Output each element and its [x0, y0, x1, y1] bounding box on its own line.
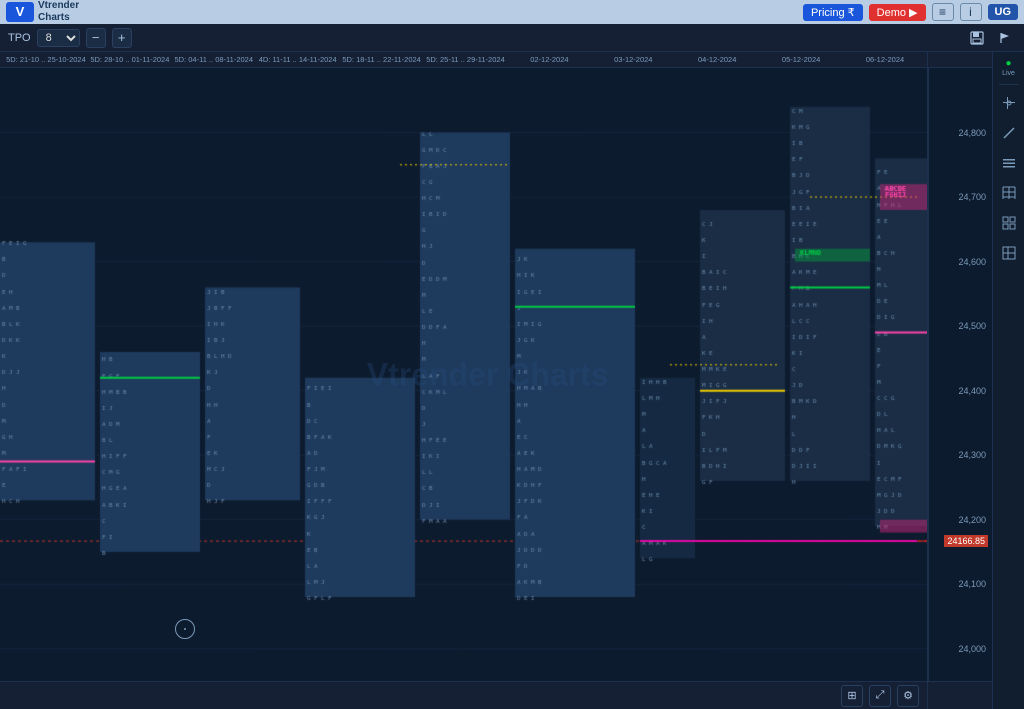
logo-icon: V [6, 2, 34, 22]
price-label: 24,700 [958, 192, 986, 202]
sidebar-cursor-button[interactable] [997, 91, 1021, 115]
date-tick-6: 5D: 25-11 .. 29-11-2024 [424, 55, 508, 64]
demo-button[interactable]: Demo ▶ [869, 4, 926, 21]
price-label: 24,800 [958, 128, 986, 138]
sidebar-tiles-button[interactable] [997, 211, 1021, 235]
date-ruler: 5D: 21-10 .. 25-10-2024 5D: 28-10 .. 01-… [0, 52, 927, 68]
main-area: 5D: 21-10 .. 25-10-2024 5D: 28-10 .. 01-… [0, 52, 1024, 709]
date-tick-7: 02-12-2024 [507, 55, 591, 64]
crosshair-icon[interactable] [175, 619, 195, 639]
tiles-icon [1001, 215, 1017, 231]
chart-canvas[interactable]: Vtrender Charts [0, 68, 927, 681]
panel-icon [1001, 245, 1017, 261]
right-sidebar: ● Live [992, 52, 1024, 709]
maximize-icon: + [118, 30, 126, 45]
pricing-label: Pricing ₹ [811, 6, 855, 19]
date-tick-5: 5D: 18-11 .. 22-11-2024 [340, 55, 424, 64]
sidebar-panel-button[interactable] [997, 241, 1021, 265]
minimize-icon: − [92, 30, 100, 45]
profile-canvas [0, 68, 927, 681]
grid-view-button[interactable]: ⊞ [841, 685, 863, 707]
save-button[interactable] [966, 27, 988, 49]
menu-icon-button[interactable]: ≡ [932, 3, 954, 21]
sidebar-menu-button[interactable] [997, 151, 1021, 175]
price-label: 24,300 [958, 450, 986, 460]
flag-icon [998, 31, 1012, 45]
price-label: 24,100 [958, 579, 986, 589]
minimize-button[interactable]: − [86, 28, 106, 48]
price-highlight-label: 24166.85 [944, 535, 988, 547]
ug-button[interactable]: UG [988, 4, 1019, 20]
date-tick-3: 5D: 04-11 .. 08-11-2024 [172, 55, 256, 64]
toolbar-right [966, 27, 1016, 49]
chart-toolbar: TPO 8 4 16 − + [0, 24, 1024, 52]
tpo-select[interactable]: 8 4 16 [37, 29, 80, 47]
logo-text: Vtrender Charts [38, 0, 79, 24]
price-label: 24,200 [958, 515, 986, 525]
info-label: i [969, 5, 972, 19]
date-tick-2: 5D: 28-10 .. 01-11-2024 [88, 55, 172, 64]
price-label: 24,000 [958, 644, 986, 654]
date-tick-4: 4D: 11-11 .. 14-11-2024 [256, 55, 340, 64]
sidebar-divider-1 [999, 84, 1019, 85]
demo-label: Demo ▶ [877, 6, 918, 19]
svg-text:V: V [16, 4, 25, 19]
sidebar-line-button[interactable] [997, 121, 1021, 145]
chart-area[interactable]: 5D: 21-10 .. 25-10-2024 5D: 28-10 .. 01-… [0, 52, 927, 709]
nav-right: Pricing ₹ Demo ▶ ≡ i UG [803, 3, 1018, 21]
date-tick-1: 5D: 21-10 .. 25-10-2024 [4, 55, 88, 64]
price-axis: 24,000 24,100 24,200 24,300 24,400 24,500 24,6… [928, 68, 988, 681]
ug-label: UG [995, 6, 1012, 18]
date-tick-9: 04-12-2024 [675, 55, 759, 64]
maximize-button[interactable]: + [112, 28, 132, 48]
live-label: Live [1002, 70, 1015, 78]
date-tick-11: 06-12-2024 [843, 55, 927, 64]
sidebar-grid-button[interactable] [997, 181, 1021, 205]
grid-icon [1001, 185, 1017, 201]
expand-button[interactable]: ⤢ [869, 685, 891, 707]
menu-icon [1001, 155, 1017, 171]
tpo-label: TPO [8, 32, 31, 44]
price-label: 24,400 [958, 386, 986, 396]
bottom-toolbar: ⊞ ⤢ ⚙ [0, 681, 927, 709]
info-button[interactable]: i [960, 3, 982, 21]
save-icon [970, 31, 984, 45]
settings-button[interactable]: ⚙ [897, 685, 919, 707]
line-icon [1001, 125, 1017, 141]
price-label: 24,600 [958, 257, 986, 267]
logo-area: V Vtrender Charts [6, 0, 79, 24]
top-navigation: V Vtrender Charts Pricing ₹ Demo ▶ ≡ i U… [0, 0, 1024, 24]
pricing-button[interactable]: Pricing ₹ [803, 4, 863, 21]
date-tick-8: 03-12-2024 [591, 55, 675, 64]
price-label: 24,500 [958, 321, 986, 331]
cursor-icon [1001, 95, 1017, 111]
flag-button[interactable] [994, 27, 1016, 49]
live-indicator: ● Live [1002, 58, 1015, 78]
date-tick-10: 05-12-2024 [759, 55, 843, 64]
